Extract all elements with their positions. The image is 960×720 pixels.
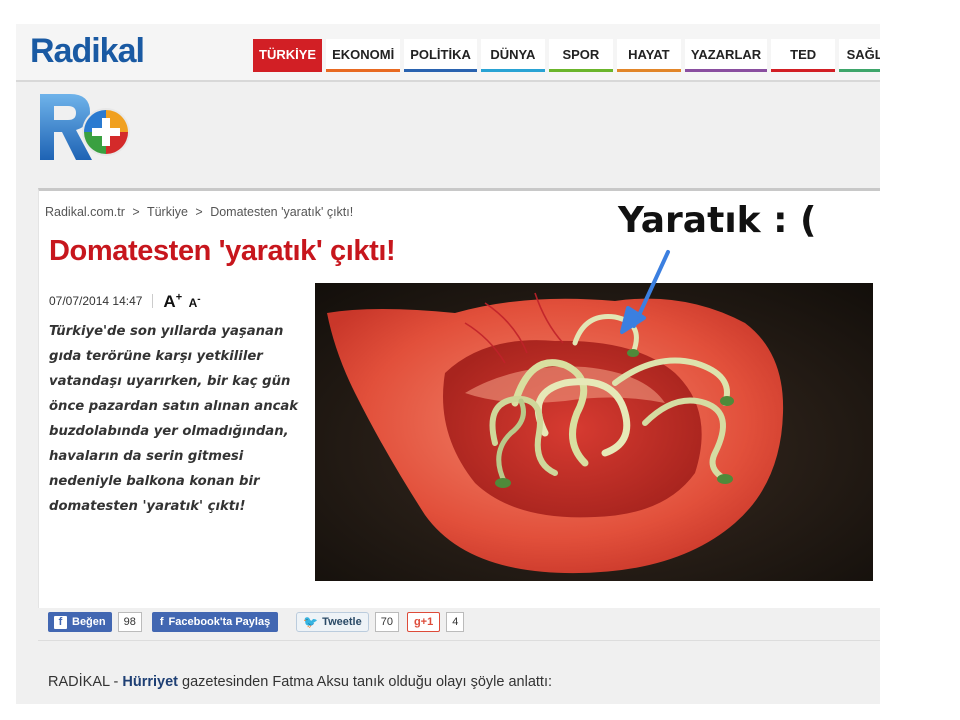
nav-item-yazarlar[interactable]: YAZARLAR — [684, 39, 768, 72]
breadcrumb-separator: > — [195, 205, 203, 219]
breadcrumb-category[interactable]: Türkiye — [147, 205, 188, 219]
main-nav: TÜRKİYE EKONOMİ POLİTİKA DÜNYA SPOR HAYA… — [253, 39, 880, 72]
tweet-count: 70 — [374, 612, 399, 632]
tweet-button[interactable]: 🐦 Tweetle — [296, 612, 369, 632]
nav-item-saglik[interactable]: SAĞLIK — [839, 39, 880, 72]
article-meta: 07/07/2014 14:47 A+ A- — [49, 291, 201, 312]
nav-item-spor[interactable]: SPOR — [548, 39, 613, 72]
google-plus-count: 4 — [446, 612, 465, 632]
annotation-label: Yaratık : ( — [618, 200, 817, 241]
breadcrumb-current: Domatesten 'yaratık' çıktı! — [210, 205, 354, 219]
breadcrumb-separator: > — [132, 205, 140, 219]
font-increase-button[interactable]: A+ — [163, 291, 182, 311]
site-header: Radikal TÜRKİYE EKONOMİ POLİTİKA DÜNYA S… — [16, 24, 880, 82]
nav-item-ted[interactable]: TED — [771, 39, 836, 72]
section-divider — [38, 640, 880, 641]
lead-line: gıda terörüne karşı yetkililer — [49, 349, 263, 364]
nav-item-dunya[interactable]: DÜNYA — [480, 39, 545, 72]
social-share-bar: f Beğen 98 f Facebook'ta Paylaş 🐦 Tweetl… — [48, 604, 880, 640]
facebook-icon: f — [54, 615, 67, 629]
breadcrumb-home[interactable]: Radikal.com.tr — [45, 205, 125, 219]
nav-item-politika[interactable]: POLİTİKA — [404, 39, 477, 72]
lead-line: domatesten 'yaratık' çıktı! — [49, 499, 246, 514]
font-size-controls: A+ A- — [163, 291, 200, 312]
lead-line: nedeniyle balkona konan bir — [49, 474, 260, 489]
lead-line: havaların da serin gitmesi — [49, 449, 244, 464]
article-title: Domatesten 'yaratık' çıktı! — [49, 235, 396, 267]
site-logo[interactable]: Radikal — [30, 32, 145, 71]
article-card: Radikal.com.tr > Türkiye > Domatesten 'y… — [38, 188, 880, 608]
tomato-sprouts-photo — [315, 283, 873, 581]
article-byline: RADİKAL - Hürriyet gazetesinden Fatma Ak… — [48, 674, 552, 690]
breadcrumb: Radikal.com.tr > Türkiye > Domatesten 'y… — [45, 205, 357, 219]
nav-item-ekonomi[interactable]: EKONOMİ — [326, 39, 401, 72]
lead-line: Türkiye'de son yıllarda yaşanan — [49, 324, 284, 339]
facebook-share-button[interactable]: f Facebook'ta Paylaş — [151, 612, 279, 632]
facebook-like-count: 98 — [117, 612, 142, 632]
google-plus-button[interactable]: g+1 — [406, 612, 441, 632]
facebook-like-button[interactable]: f Beğen — [48, 612, 112, 632]
nav-item-turkiye[interactable]: TÜRKİYE — [253, 39, 323, 72]
article-date: 07/07/2014 14:47 — [49, 294, 154, 309]
screenshot-stage: Radikal TÜRKİYE EKONOMİ POLİTİKA DÜNYA S… — [0, 0, 960, 720]
byline-source-link[interactable]: Hürriyet — [122, 674, 178, 690]
font-decrease-button[interactable]: A- — [189, 294, 201, 310]
nav-item-hayat[interactable]: HAYAT — [616, 39, 681, 72]
byline-text: gazetesinden Fatma Aksu tanık olduğu ola… — [178, 674, 553, 690]
lead-line: buzdolabında yer olmadığından, — [49, 424, 289, 439]
byline-prefix: RADİKAL - — [48, 674, 123, 690]
radikal-plus-logo[interactable] — [36, 88, 136, 168]
browser-page: Radikal TÜRKİYE EKONOMİ POLİTİKA DÜNYA S… — [16, 24, 880, 704]
lead-line: vatandaşı uyarırken, bir kaç gün — [49, 374, 291, 389]
article-lead: Türkiye'de son yıllarda yaşanan gıda ter… — [49, 319, 304, 519]
facebook-icon: f — [159, 616, 164, 628]
twitter-bird-icon: 🐦 — [303, 615, 319, 629]
lead-line: önce pazardan satın alınan ancak — [49, 399, 299, 414]
